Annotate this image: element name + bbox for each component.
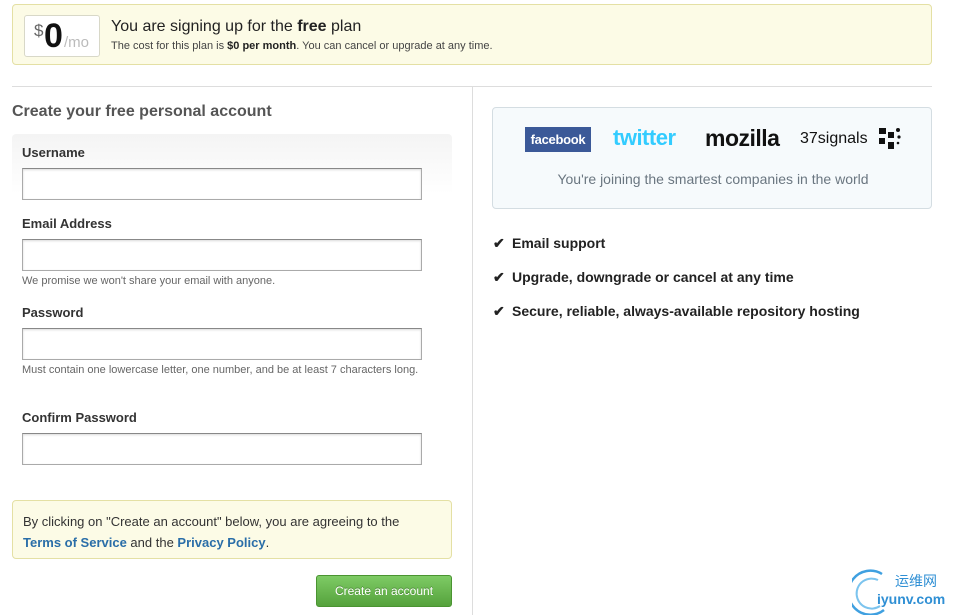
confirm-password-label: Confirm Password <box>22 410 137 425</box>
agreement-text: By clicking on "Create an account" below… <box>23 514 400 529</box>
column-divider <box>472 86 473 615</box>
plan-subtitle: The cost for this plan is $0 per month. … <box>111 40 493 52</box>
terms-of-service-link[interactable]: Terms of Service <box>23 535 127 550</box>
email-note: We promise we won't share your email wit… <box>22 275 276 287</box>
password-input[interactable] <box>22 328 422 360</box>
checkmark-icon: ✔ <box>493 235 505 251</box>
customer-logos: facebook twitter mozilla 37signals You'r… <box>492 107 932 209</box>
checkmark-icon: ✔ <box>493 303 505 319</box>
37signals-logo: 37signals <box>800 130 868 147</box>
37signals-mark-icon <box>879 128 901 149</box>
watermark-cn: 运维网 <box>895 573 937 589</box>
facebook-logo: facebook <box>525 127 591 152</box>
privacy-policy-link[interactable]: Privacy Policy <box>177 535 265 550</box>
username-input[interactable] <box>22 168 422 200</box>
agreement-notice: By clicking on "Create an account" below… <box>12 500 452 559</box>
logos-caption: You're joining the smartest companies in… <box>557 171 869 187</box>
form-heading: Create your free personal account <box>12 103 272 120</box>
price-box: $ 0 /mo <box>24 15 100 57</box>
feature-item: ✔ Secure, reliable, always-available repo… <box>493 303 860 319</box>
feature-item: ✔ Email support <box>493 235 606 251</box>
password-label: Password <box>22 305 84 320</box>
create-account-button[interactable]: Create an account <box>316 575 452 607</box>
password-note: Must contain one lowercase letter, one n… <box>22 364 419 376</box>
divider-left <box>12 86 472 87</box>
divider-right <box>472 86 932 87</box>
watermark-en: iyunv.com <box>877 591 946 607</box>
confirm-password-input[interactable] <box>22 433 422 465</box>
price-symbol: $ <box>34 21 44 40</box>
checkmark-icon: ✔ <box>493 269 505 285</box>
plan-title: You are signing up for the free plan <box>111 18 362 35</box>
email-input[interactable] <box>22 239 422 271</box>
feature-item: ✔ Upgrade, downgrade or cancel at any tim… <box>493 269 794 285</box>
email-label: Email Address <box>22 216 112 231</box>
price-amount: 0 <box>44 17 63 55</box>
mozilla-logo: mozilla <box>705 125 780 151</box>
username-label: Username <box>22 145 85 160</box>
price-unit: /mo <box>64 34 90 51</box>
plan-banner: $ 0 /mo You are signing up for the free … <box>12 4 932 65</box>
twitter-logo: twitter <box>613 125 676 150</box>
